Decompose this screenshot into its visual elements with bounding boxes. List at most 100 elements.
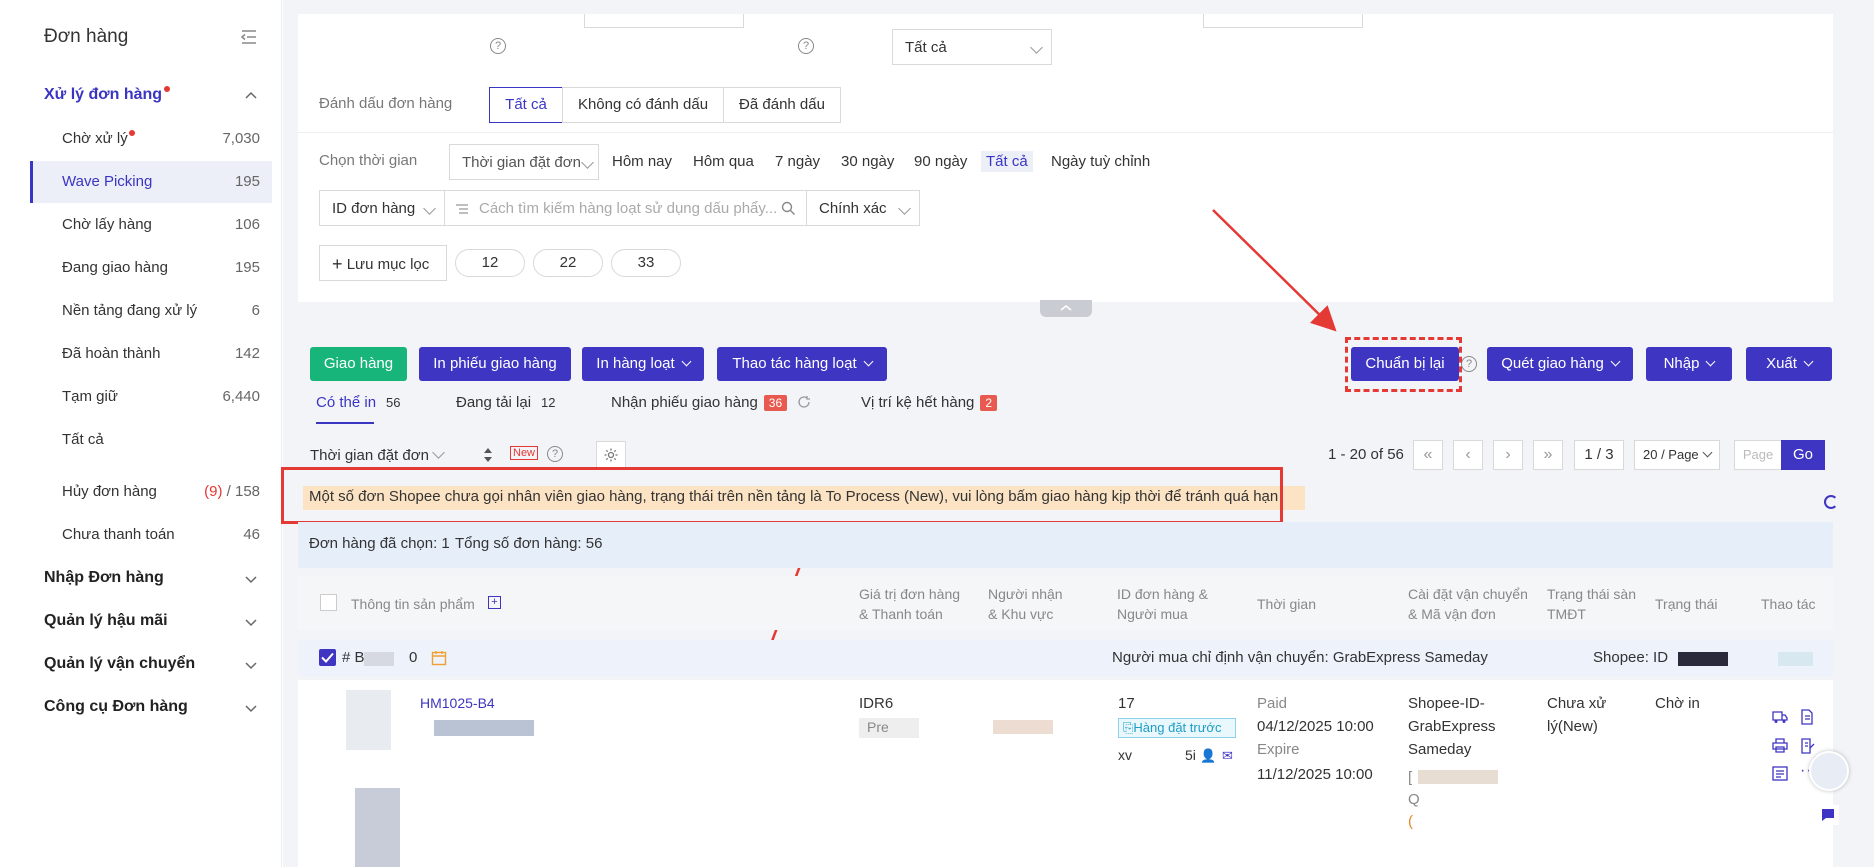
time-option-all[interactable]: Tất cả [981,151,1033,172]
time-option-90-days[interactable]: 90 ngày [914,153,967,170]
refresh-icon[interactable] [797,395,811,409]
help-icon[interactable]: ? [547,446,563,462]
saved-filter-chip[interactable]: 12 [455,249,525,277]
col-order-id: ID đơn hàng & Người mua [1117,586,1208,622]
select-all-checkbox[interactable] [320,594,337,611]
mark-option-marked[interactable]: Đã đánh dấu [723,87,841,123]
sidebar: Đơn hàng Xử lý đơn hàng Chờ xử lý 7,030 … [0,0,282,867]
new-badge: New [510,446,539,460]
ship-button[interactable]: Giao hàng [310,347,407,381]
sidebar-group-import-orders[interactable]: Nhập Đơn hàng [44,569,164,587]
user-icon[interactable]: 👤 [1200,748,1216,764]
id-type-select[interactable]: ID đơn hàng [319,190,445,226]
help-icon[interactable]: ? [798,38,814,54]
sidebar-item-wave-picking[interactable]: Wave Picking 195 [30,161,272,203]
chevron-up-icon[interactable] [244,89,258,103]
chevron-down-icon[interactable] [244,658,258,672]
sidebar-item-completed[interactable]: Đã hoàn thành 142 [30,333,272,375]
settings-button[interactable] [596,441,626,469]
tab-out-of-stock-shelf[interactable]: Vị trí kệ hết hàng 2 [861,394,998,411]
message-icon[interactable]: ✉ [1222,748,1233,764]
saved-filter-chip[interactable]: 22 [533,249,603,277]
order-id[interactable]: 17 [1118,692,1135,715]
next-page-icon[interactable]: › [1493,440,1523,470]
page-number-input[interactable]: Page [1734,440,1782,470]
tracking-q: Q [1408,791,1420,808]
last-page-icon[interactable]: » [1533,440,1563,470]
invoice-icon[interactable] [1772,766,1788,781]
sidebar-item-pending[interactable]: Chờ xử lý 7,030 [30,118,272,160]
collapse-menu-icon[interactable] [240,28,258,46]
mark-option-all[interactable]: Tất cả [489,87,563,123]
sidebar-item-on-hold[interactable]: Tạm giữ 6,440 [30,376,272,418]
sidebar-item-unpaid[interactable]: Chưa thanh toán 46 [30,514,272,556]
order-number: # B [342,649,365,666]
col-shipping: Cài đặt vận chuyển & Mã vận đơn [1408,586,1528,622]
page-indicator: 1 / 3 [1574,440,1624,470]
chevron-down-icon [432,446,445,459]
prev-page-icon[interactable]: ‹ [1453,440,1483,470]
saved-filter-chip[interactable]: 33 [611,249,681,277]
mark-option-unmarked[interactable]: Không có đánh dấu [562,87,724,123]
sidebar-group-shipping[interactable]: Quản lý vận chuyển [44,655,195,673]
tab-reloading[interactable]: Đang tải lại 12 [456,394,556,411]
chevron-down-icon[interactable] [244,701,258,715]
help-icon[interactable]: ? [490,38,506,54]
export-button[interactable]: Xuất [1746,347,1832,381]
import-button[interactable]: Nhập [1646,347,1732,381]
collapse-filter-toggle[interactable] [1040,300,1092,317]
first-page-icon[interactable]: « [1413,440,1443,470]
notification-dot [128,130,135,136]
sidebar-item-in-delivery[interactable]: Đang giao hàng 195 [30,247,272,289]
bulk-action-button[interactable]: Thao tác hàng loạt [717,347,887,381]
sidebar-group-order-tools[interactable]: Công cụ Đơn hàng [44,698,188,716]
help-icon[interactable]: ? [1461,356,1477,372]
order-checkbox[interactable] [319,649,336,666]
expand-icon[interactable]: + [488,596,501,609]
chevron-down-icon[interactable] [244,615,258,629]
time-option-custom[interactable]: Ngày tuỳ chỉnh [1051,153,1150,170]
bulk-print-button[interactable]: In hàng loạt [582,347,704,381]
order-count: 0 [409,649,418,666]
document-icon[interactable] [1800,709,1814,725]
go-button[interactable]: Go [1781,440,1825,470]
sort-order-icon[interactable] [483,446,493,464]
sidebar-item-cancelled[interactable]: Hủy đơn hàng (9) / 158 [30,471,272,513]
status-select[interactable]: Tất cả [892,29,1052,65]
sidebar-item-awaiting-pickup[interactable]: Chờ lấy hàng 106 [30,204,272,246]
sidebar-group-order-processing[interactable]: Xử lý đơn hàng [44,86,171,104]
time-option-30-days[interactable]: 30 ngày [841,153,894,170]
print-slip-button[interactable]: In phiếu giao hàng [419,347,571,381]
sidebar-item-all[interactable]: Tất cả [30,419,272,461]
time-type-select[interactable]: Thời gian đặt đơn [449,144,599,180]
support-avatar[interactable] [1809,751,1849,791]
chat-button[interactable] [1817,805,1839,825]
printer-icon[interactable] [1772,738,1788,753]
edit-document-icon[interactable] [1800,738,1815,754]
chevron-down-icon[interactable] [244,572,258,586]
scan-ship-button[interactable]: Quét giao hàng [1487,347,1633,381]
sidebar-group-after-sales[interactable]: Quản lý hậu mãi [44,612,168,630]
product-thumbnail[interactable] [346,690,391,750]
product-thumbnail[interactable] [355,788,400,867]
search-icon[interactable] [781,201,796,216]
sidebar-title: Đơn hàng [44,26,129,47]
tab-printable[interactable]: Có thể in 56 [316,394,401,424]
sidebar-item-platform-processing[interactable]: Nền tảng đang xử lý 6 [30,290,272,332]
time-option-today[interactable]: Hôm nay [612,153,672,170]
bulk-search-input[interactable]: Cách tìm kiếm hàng loạt sử dụng dấu phẩy… [444,190,807,226]
product-sku-link[interactable]: HM1025-B4 [420,692,495,715]
redacted-area [1778,652,1813,666]
notification-dot [164,86,171,92]
save-filter-button[interactable]: + Lưu mục lọc [319,245,447,281]
time-option-yesterday[interactable]: Hôm qua [693,153,754,170]
buyer-name-suffix: 5i [1185,747,1196,763]
truck-icon[interactable] [1772,710,1788,724]
time-option-7-days[interactable]: 7 ngày [775,153,820,170]
cut-off-input[interactable] [1203,14,1363,28]
calendar-icon [431,651,447,666]
page-size-select[interactable]: 20 / Page [1634,440,1720,470]
cut-off-input[interactable] [584,14,744,28]
tab-receive-slip[interactable]: Nhận phiếu giao hàng 36 [611,394,811,411]
match-type-select[interactable]: Chính xác [806,190,920,226]
